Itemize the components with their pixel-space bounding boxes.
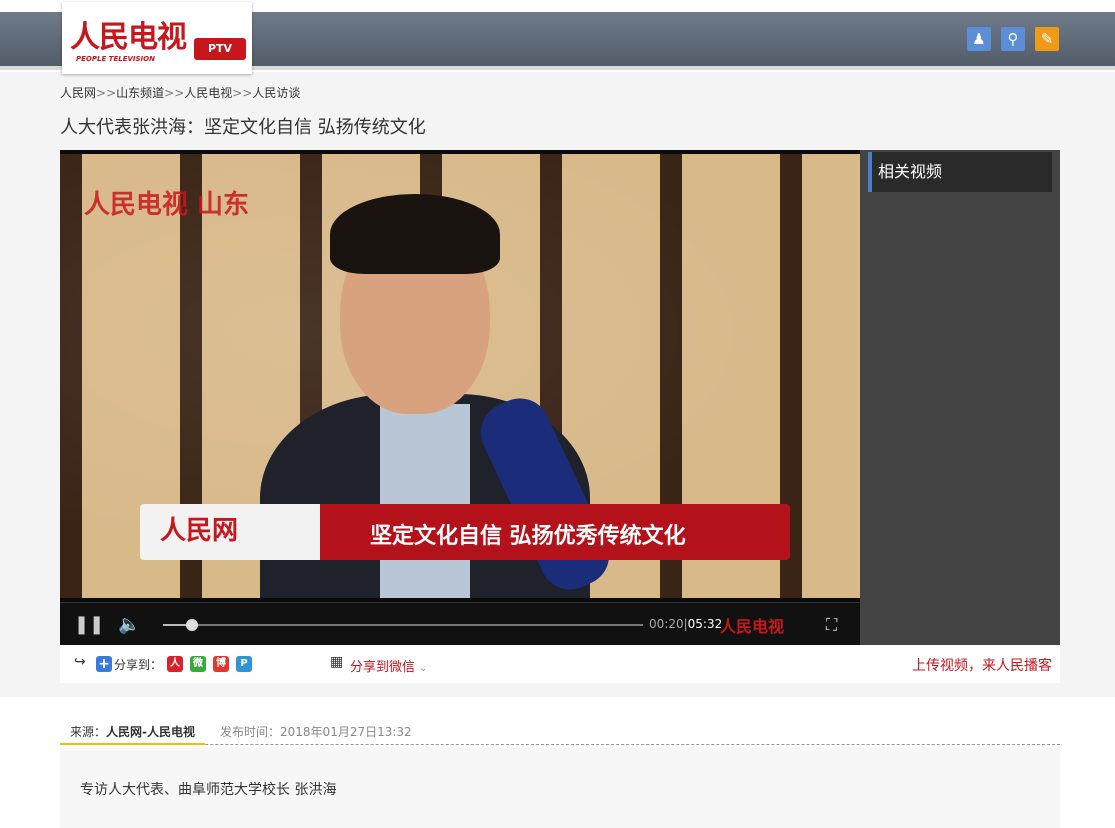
pause-icon[interactable]: ❚❚ (74, 603, 104, 646)
publish-label: 发布时间： (220, 725, 281, 739)
qzone-icon[interactable]: P (236, 656, 252, 672)
related-videos-title: 相关视频 (868, 152, 1052, 192)
publish-info: 发布时间：2018年01月27日13:32 (220, 723, 412, 740)
breadcrumb-item-shandong[interactable]: 山东频道 (116, 86, 164, 100)
ptv-logo[interactable]: 人民电视 PTV PEOPLE TELEVISION (62, 2, 252, 74)
breadcrumb-separator: >> (164, 86, 185, 100)
breadcrumb-item-people[interactable]: 人民网 (60, 86, 96, 100)
logo-subtitle: PEOPLE TELEVISION (76, 55, 155, 63)
breadcrumb-separator: >> (232, 86, 253, 100)
video-frame[interactable]: 人民电视 山东 人民网 坚定文化自信 弘扬优秀传统文化 (60, 154, 860, 598)
current-time: 00:20 (649, 617, 684, 631)
duration: 05:32 (687, 617, 723, 631)
weibo-icon[interactable]: 博 (213, 656, 229, 672)
article-meta: 来源：人民网-人民电视 发布时间：2018年01月27日13:32 (60, 717, 1060, 745)
source-info: 来源：人民网-人民电视 (60, 717, 205, 745)
article-summary-box: 专访人大代表、曲阜师范大学校长 张洪海 (60, 747, 1060, 828)
user-icon[interactable]: ♟ (967, 27, 991, 51)
player-controls: ❚❚ 🔈 00:20|05:32 人民电视 ⛶ (60, 602, 860, 645)
chevron-down-icon: ⌄ (419, 663, 428, 674)
fullscreen-icon[interactable]: ⛶ (826, 603, 837, 646)
logo-text: 人民电视 (70, 20, 187, 55)
banner-text: 坚定文化自信 弘扬优秀传统文化 (370, 524, 686, 549)
page-title: 人大代表张洪海：坚定文化自信 弘扬传统文化 (60, 117, 426, 138)
top-header: 人民电视 PTV PEOPLE TELEVISION ♟ ⚲ ✎ (0, 0, 1115, 74)
share-arrow-icon[interactable]: ↪ (74, 654, 86, 670)
plus-share-icon[interactable]: + (96, 656, 112, 672)
people-share-icon[interactable]: 人 (167, 656, 183, 672)
share-to-wechat-label: 分享到微信 (350, 660, 416, 675)
person-hair (330, 194, 500, 274)
source-label: 来源： (70, 725, 107, 739)
related-videos-panel: 相关视频 (860, 150, 1060, 645)
share-label: 分享到： (114, 658, 163, 672)
progress-bar[interactable] (163, 619, 643, 631)
time-display: 00:20|05:32 (649, 617, 723, 631)
article-section: 来源：人民网-人民电视 发布时间：2018年01月27日13:32 专访人大代表… (0, 697, 1115, 828)
breadcrumb-item-ptv[interactable]: 人民电视 (184, 86, 232, 100)
player-brand-mark: 人民电视 (720, 617, 785, 636)
banner-logo: 人民网 (160, 516, 239, 546)
source-value: 人民网-人民电视 (106, 725, 195, 739)
video-caption-banner: 人民网 坚定文化自信 弘扬优秀传统文化 (140, 504, 790, 560)
video-player[interactable]: 人民电视 山东 人民网 坚定文化自信 弘扬优秀传统文化 ❚❚ 🔈 00:20|0… (60, 150, 860, 645)
qr-code-icon[interactable]: ▦ (330, 654, 343, 670)
person-shirt (380, 404, 470, 598)
logo-badge: PTV (194, 38, 246, 60)
wechat-icon[interactable]: 微 (190, 656, 206, 672)
upload-video-link[interactable]: 上传视频，来人民播客 (912, 655, 1052, 675)
volume-icon[interactable]: 🔈 (118, 603, 140, 646)
edit-icon[interactable]: ✎ (1035, 27, 1059, 51)
share-to-wechat-link[interactable]: 分享到微信 ⌄ (350, 656, 428, 675)
breadcrumb: 人民网>>山东频道>>人民电视>>人民访谈 (60, 84, 300, 101)
breadcrumb-item-interview[interactable]: 人民访谈 (252, 86, 300, 100)
article-summary: 专访人大代表、曲阜师范大学校长 张洪海 (80, 782, 337, 798)
publish-time: 2018年01月27日13:32 (280, 725, 412, 739)
share-bar: ↪ + 分享到： 人 微 博 P ▦ 分享到微信 ⌄ 上传视频，来人民播客 (60, 645, 1060, 683)
search-icon[interactable]: ⚲ (1001, 27, 1025, 51)
progress-handle[interactable] (185, 619, 198, 631)
video-watermark: 人民电视 山东 (84, 190, 250, 220)
breadcrumb-separator: >> (96, 86, 117, 100)
